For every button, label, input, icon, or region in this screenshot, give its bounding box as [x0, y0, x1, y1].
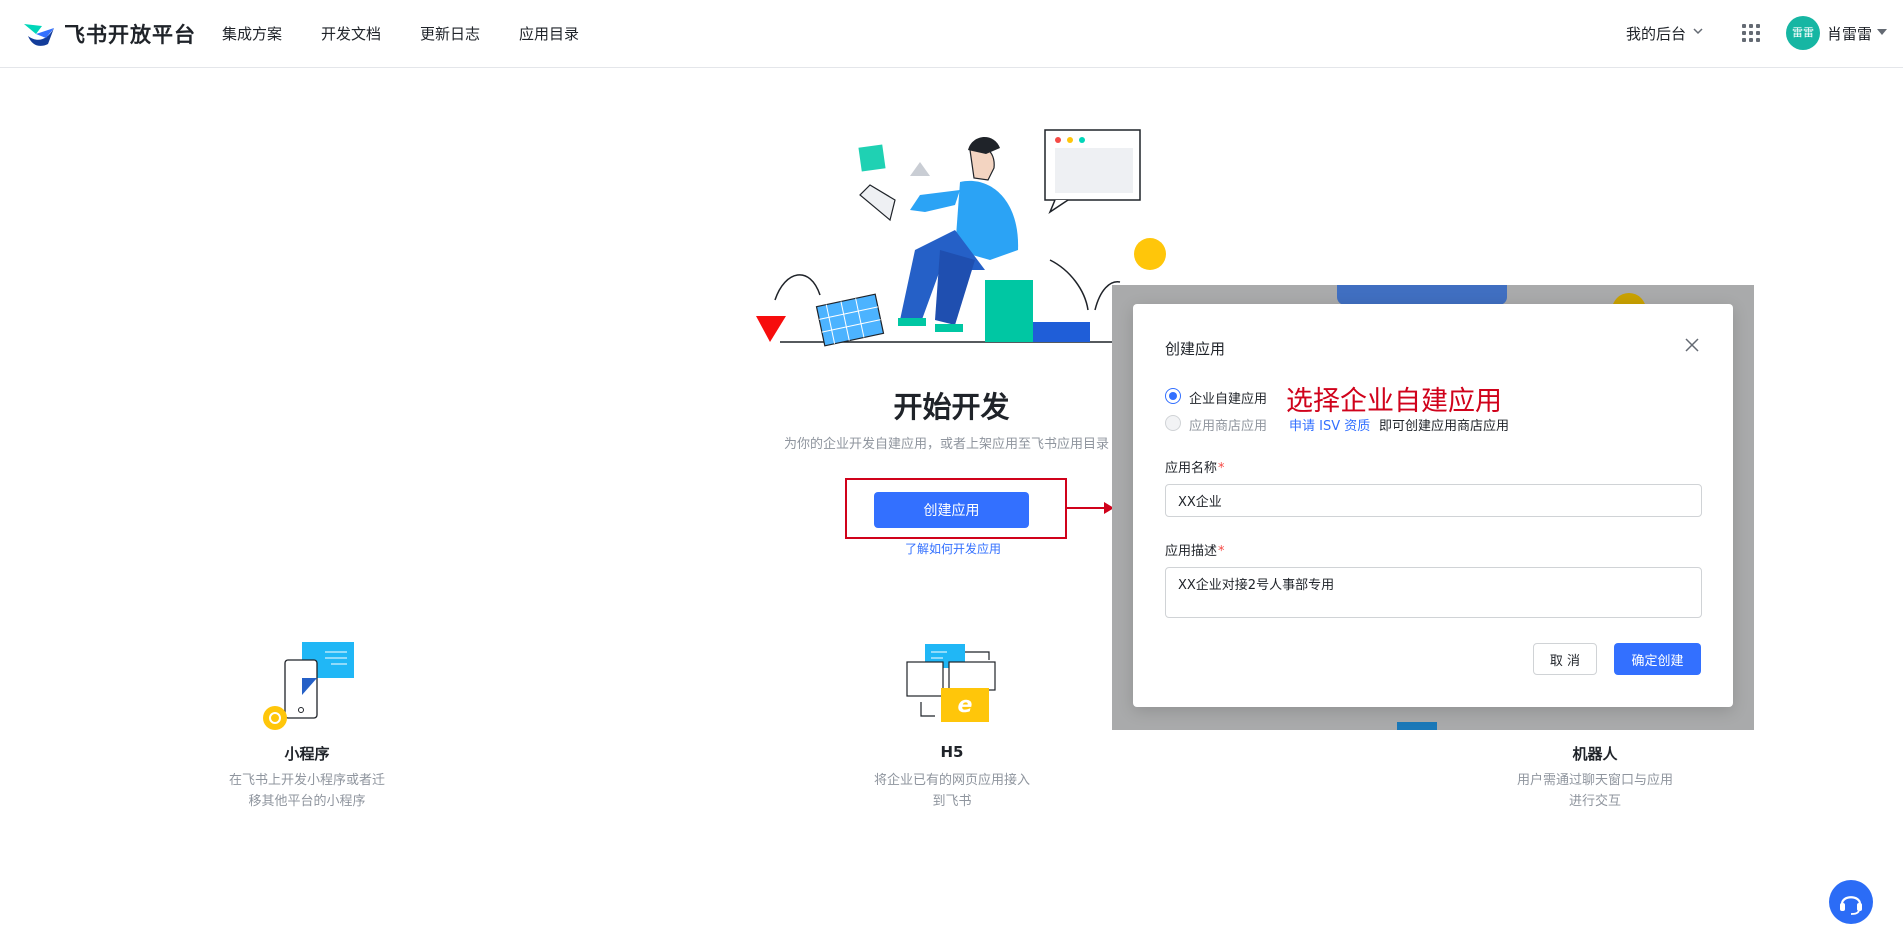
- nav-docs[interactable]: 开发文档: [321, 23, 381, 44]
- radio-label-custom-app[interactable]: 企业自建应用: [1189, 388, 1267, 407]
- user-name[interactable]: 肖雷雷: [1827, 23, 1872, 44]
- apply-isv-link[interactable]: 申请 ISV 资质: [1289, 415, 1370, 434]
- feature-desc-line: 进行交互: [1568, 794, 1621, 809]
- radio-store-app[interactable]: [1165, 415, 1181, 431]
- annotation-text: 选择企业自建应用: [1286, 386, 1502, 417]
- svg-text:e: e: [958, 693, 973, 718]
- app-desc-label-text: 应用描述: [1165, 544, 1218, 559]
- app-desc-textarea[interactable]: XX企业对接2号人事部专用: [1165, 567, 1702, 618]
- dialog-title: 创建应用: [1165, 340, 1226, 358]
- nav-integration[interactable]: 集成方案: [222, 23, 282, 44]
- feature-desc-bot: 用户需通过聊天窗口与应用 进行交互: [1495, 770, 1695, 812]
- app-name-input[interactable]: [1165, 484, 1702, 517]
- confirm-create-button[interactable]: 确定创建: [1614, 643, 1701, 675]
- required-mark: *: [1218, 461, 1225, 476]
- chevron-down-icon[interactable]: [1693, 26, 1703, 36]
- app-name-label: 应用名称*: [1165, 457, 1225, 476]
- radio-label-store-app[interactable]: 应用商店应用: [1189, 415, 1267, 434]
- create-app-button[interactable]: 创建应用: [874, 492, 1029, 528]
- dimmed-illustration: [1337, 285, 1507, 305]
- feature-title-mini-program[interactable]: 小程序: [257, 743, 357, 764]
- close-icon[interactable]: [1684, 337, 1700, 353]
- nav-app-directory[interactable]: 应用目录: [519, 23, 579, 44]
- annotation-arrow: [1067, 507, 1107, 509]
- top-navbar: 飞书开放平台 集成方案 开发文档 更新日志 应用目录 我的后台 雷雷 肖雷雷: [0, 0, 1903, 68]
- feature-desc-line: 用户需通过聊天窗口与应用: [1516, 773, 1673, 788]
- radio-custom-app[interactable]: [1165, 388, 1181, 404]
- feature-desc-line: 到飞书: [932, 794, 972, 809]
- page-subtitle: 为你的企业开发自建应用，或者上架应用至飞书应用目录: [784, 437, 1110, 452]
- feature-desc-line: 将企业已有的网页应用接入: [873, 773, 1030, 788]
- nav-changelog[interactable]: 更新日志: [420, 23, 480, 44]
- cancel-button[interactable]: 取 消: [1533, 643, 1597, 675]
- feature-title-h5[interactable]: H5: [902, 743, 1002, 761]
- feature-desc-h5: 将企业已有的网页应用接入 到飞书: [852, 770, 1052, 812]
- feature-desc-line: 在飞书上开发小程序或者迁: [228, 773, 385, 788]
- avatar[interactable]: 雷雷: [1786, 16, 1820, 50]
- dimmed-illustration: [1397, 722, 1437, 730]
- h5-icon: e: [906, 644, 996, 722]
- headset-icon: [1840, 896, 1862, 915]
- learn-how-link[interactable]: 了解如何开发应用: [905, 540, 1001, 557]
- app-desc-label: 应用描述*: [1165, 540, 1225, 559]
- feature-desc-line: 移其他平台的小程序: [248, 794, 366, 809]
- isv-hint-text: 即可创建应用商店应用: [1379, 419, 1510, 434]
- required-mark: *: [1218, 544, 1225, 559]
- my-backend-menu[interactable]: 我的后台: [1626, 23, 1686, 44]
- app-grid-icon[interactable]: [1741, 23, 1761, 43]
- feature-desc-mini-program: 在飞书上开发小程序或者迁 移其他平台的小程序: [207, 770, 407, 812]
- create-app-dialog: 创建应用 企业自建应用 选择企业自建应用 应用商店应用 申请 ISV 资质 即可…: [1133, 304, 1733, 707]
- developer-illustration: [756, 129, 1166, 347]
- brand-name[interactable]: 飞书开放平台: [64, 19, 196, 49]
- mini-program-icon: [263, 642, 354, 730]
- user-menu-caret-icon[interactable]: [1877, 29, 1887, 35]
- feishu-logo-icon[interactable]: [22, 18, 56, 48]
- app-name-label-text: 应用名称: [1165, 461, 1218, 476]
- customer-support-button[interactable]: [1829, 880, 1873, 924]
- feature-title-bot[interactable]: 机器人: [1545, 743, 1645, 764]
